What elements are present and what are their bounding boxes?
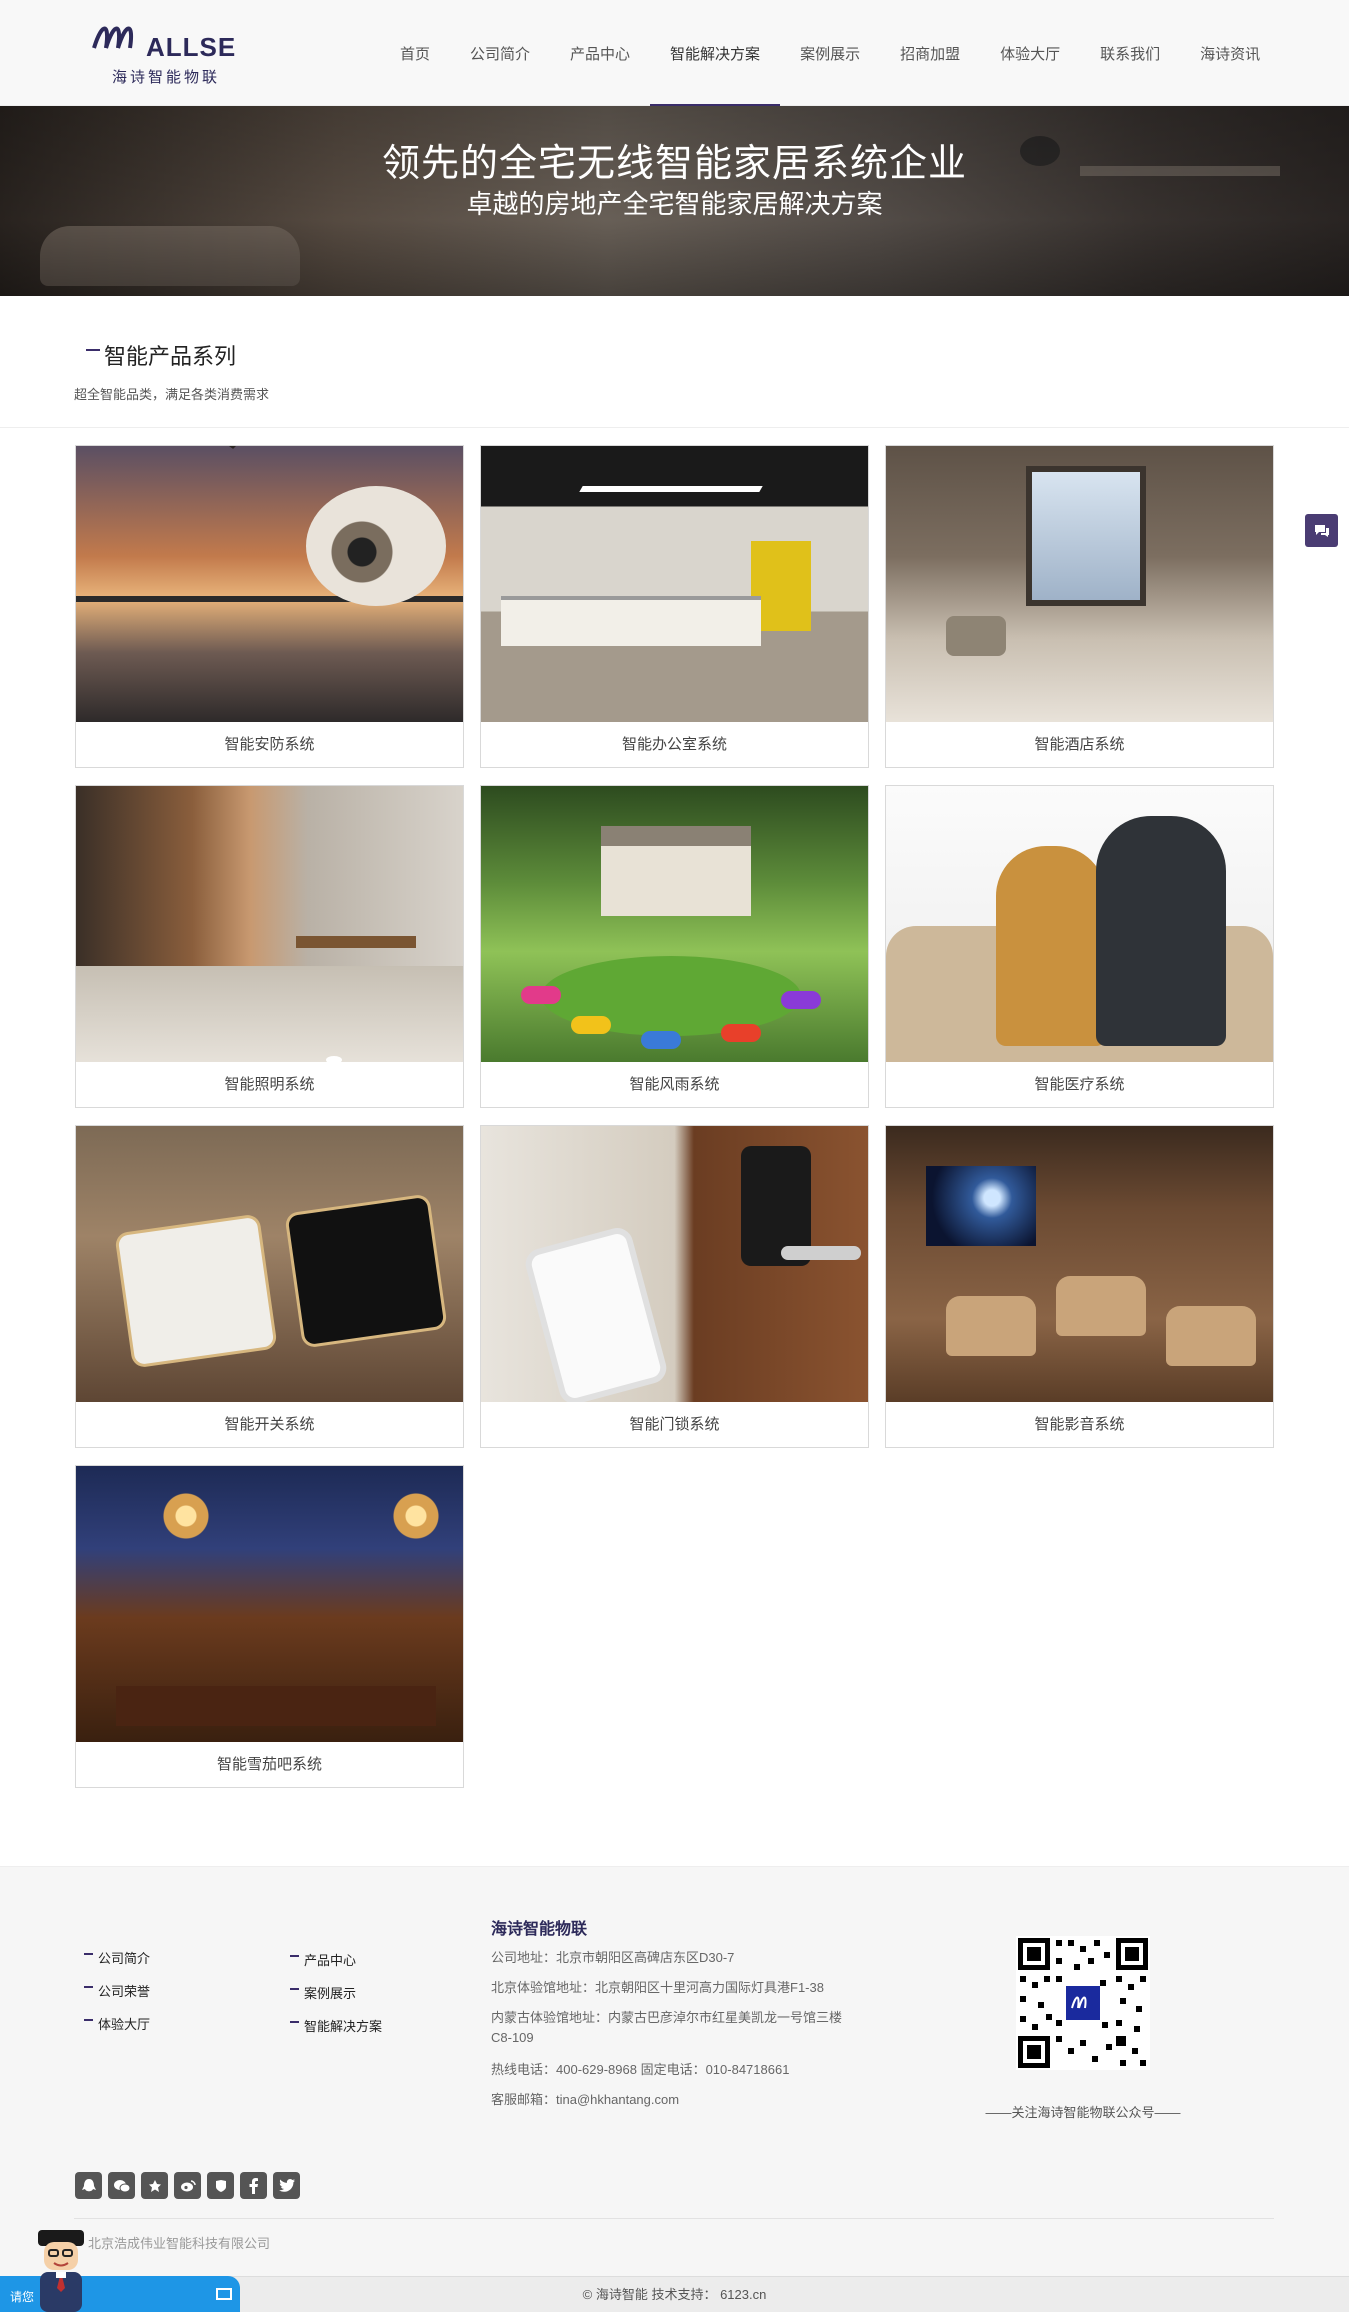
lighting-image: [76, 786, 463, 1062]
hotel-image: [886, 446, 1273, 722]
qq-icon[interactable]: [75, 2172, 102, 2199]
mascot-avatar-icon[interactable]: [30, 2228, 92, 2312]
footer-address: 公司地址：北京市朝阳区高碑店东区D30-7: [491, 1950, 735, 1965]
product-card-security[interactable]: 智能安防系统: [75, 445, 464, 768]
office-image: [481, 446, 868, 722]
product-caption: 智能雪茄吧系统: [216, 1756, 322, 1773]
product-card-lighting[interactable]: 智能照明系统: [75, 785, 464, 1108]
garden-image: [481, 786, 868, 1062]
nav-franchise[interactable]: 招商加盟: [880, 0, 980, 106]
wechat-icon[interactable]: [108, 2172, 135, 2199]
chat-minimize-icon[interactable]: [216, 2288, 232, 2300]
facebook-icon[interactable]: [240, 2172, 267, 2199]
footer-link-solutions[interactable]: 智能解决方案: [290, 2016, 382, 2035]
star-icon[interactable]: [141, 2172, 168, 2199]
footer-email: 客服邮箱：tina@hkhantang.com: [491, 2092, 680, 2107]
nav-solutions[interactable]: 智能解决方案: [650, 0, 781, 106]
nav-showroom[interactable]: 体验大厅: [980, 0, 1080, 106]
product-card-medical[interactable]: 智能医疗系统: [885, 785, 1274, 1108]
nav-about[interactable]: 公司简介: [450, 0, 550, 106]
product-caption: 智能影音系统: [1034, 1416, 1125, 1433]
nav-home[interactable]: 首页: [380, 0, 450, 106]
weibo-icon[interactable]: [174, 2172, 201, 2199]
product-caption: 智能医疗系统: [1034, 1076, 1125, 1093]
nav-products[interactable]: 产品中心: [550, 0, 650, 106]
lock-image: [481, 1126, 868, 1402]
banner-title: 领先的全宅无线智能家居系统企业: [381, 143, 967, 185]
product-card-switch[interactable]: 智能开关系统: [75, 1125, 464, 1448]
product-card-office[interactable]: 智能办公室系统: [480, 445, 869, 768]
product-caption: 智能安防系统: [224, 736, 315, 753]
product-caption: 智能开关系统: [224, 1416, 315, 1433]
footer-link-products[interactable]: 产品中心: [290, 1950, 356, 1969]
wechat-qr-code: [1016, 1936, 1150, 2070]
footer-showroom-neimenggu: 内蒙古体验馆地址：内蒙古巴彦淖尔市红星美凯龙一号馆三楼C8-109: [491, 2010, 843, 2045]
nav-contact[interactable]: 联系我们: [1080, 0, 1180, 106]
cinema-image: [886, 1126, 1273, 1402]
medical-image: [886, 786, 1273, 1062]
logo-text: ALLSE: [146, 32, 237, 62]
chat-bubble-icon: [1314, 524, 1329, 537]
title-dash-icon: [86, 349, 100, 351]
site-header: ALLSE 海诗智能物联 首页 公司简介 产品中心 智能解决方案 案例展示 招商…: [0, 0, 1349, 106]
footer-divider: [74, 2218, 1274, 2219]
footer-company-name: 海诗智能物联: [491, 1921, 588, 1938]
product-card-cinema[interactable]: 智能影音系统: [885, 1125, 1274, 1448]
logo-wave-icon: [92, 26, 133, 49]
hero-banner: 领先的全宅无线智能家居系统企业 卓越的房地产全宅智能家居解决方案: [0, 106, 1349, 296]
product-caption: 智能照明系统: [224, 1076, 315, 1093]
logo[interactable]: ALLSE 海诗智能物联: [88, 18, 238, 88]
footer-phones: 热线电话：400-629-8968 固定电话：010-84718661: [491, 2062, 790, 2077]
chat-icon[interactable]: [1305, 514, 1338, 547]
product-caption: 智能酒店系统: [1034, 736, 1125, 753]
nav-cases[interactable]: 案例展示: [780, 0, 880, 106]
banner-subtitle: 卓越的房地产全宅智能家居解决方案: [466, 189, 883, 219]
footer-showroom-beijing: 北京体验馆地址：北京朝阳区十里河高力国际灯具港F1-38: [491, 1980, 824, 1995]
footer-link-honor[interactable]: 公司荣誉: [84, 1981, 150, 2000]
section-title-text: 智能产品系列: [104, 344, 237, 369]
nav-news[interactable]: 海诗资讯: [1180, 0, 1280, 106]
cigar-bar-image: [76, 1466, 463, 1742]
security-image: [76, 446, 463, 722]
section-description: 超全智能品类，满足各类消费需求: [74, 387, 270, 402]
main-nav: 首页 公司简介 产品中心 智能解决方案 案例展示 招商加盟 体验大厅 联系我们 …: [380, 0, 1280, 106]
product-card-hotel[interactable]: 智能酒店系统: [885, 445, 1274, 768]
logo-subtitle: 海诗智能物联: [112, 69, 221, 86]
footer-link-cases[interactable]: 案例展示: [290, 1983, 356, 2002]
footer-link-about[interactable]: 公司简介: [84, 1948, 150, 1967]
qr-caption: ——关注海诗智能物联公众号——: [985, 2105, 1181, 2120]
shield-icon[interactable]: [207, 2172, 234, 2199]
twitter-icon[interactable]: [273, 2172, 300, 2199]
section-divider: [0, 427, 1349, 428]
section-title: 智能产品系列: [86, 339, 236, 371]
footer-copyright: 北京浩成伟业智能科技有限公司: [88, 2236, 271, 2251]
product-caption: 智能风雨系统: [629, 1076, 720, 1093]
switch-image: [76, 1126, 463, 1402]
product-card-weather[interactable]: 智能风雨系统: [480, 785, 869, 1108]
footer-link-showroom[interactable]: 体验大厅: [84, 2014, 150, 2033]
product-caption: 智能办公室系统: [621, 736, 727, 753]
product-caption: 智能门锁系统: [629, 1416, 720, 1433]
product-card-cigar[interactable]: 智能雪茄吧系统: [75, 1465, 464, 1788]
product-card-lock[interactable]: 智能门锁系统: [480, 1125, 869, 1448]
